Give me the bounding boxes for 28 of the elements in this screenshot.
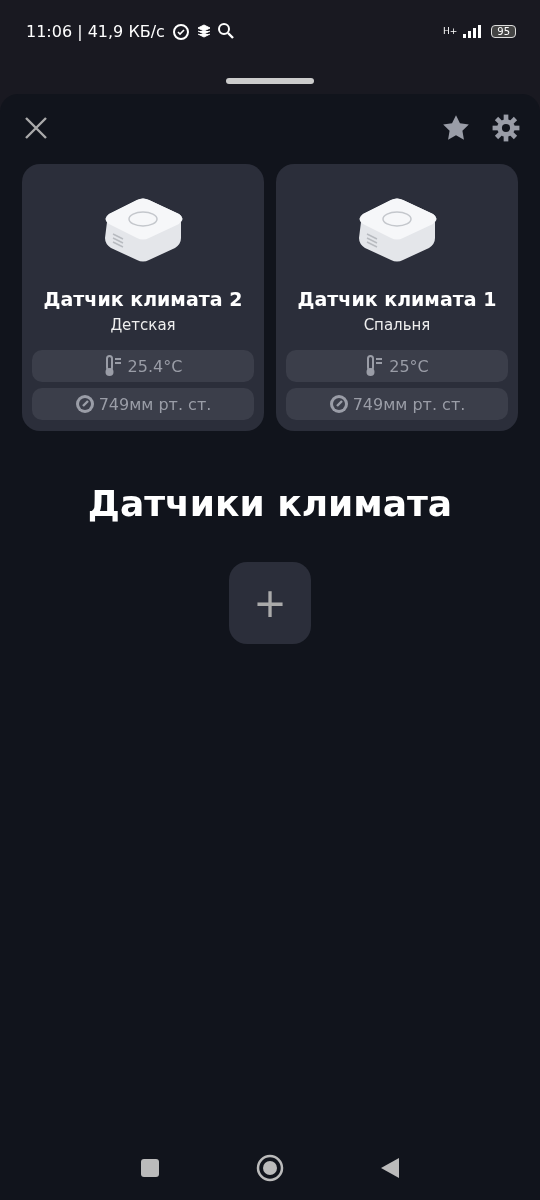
battery-level: 95 bbox=[491, 24, 516, 38]
temperature-value: 25°C bbox=[389, 356, 429, 376]
network-type: H+ bbox=[442, 26, 458, 36]
search-icon bbox=[216, 22, 235, 40]
layers-icon bbox=[196, 24, 211, 38]
home-icon[interactable] bbox=[256, 1154, 284, 1182]
add-button[interactable]: + bbox=[229, 562, 311, 644]
room-name: Спальня bbox=[363, 316, 431, 334]
sensor-card[interactable]: Датчик климата 2 Детская 25.4°C 749мм рт. ст. bbox=[22, 164, 264, 431]
star-icon[interactable] bbox=[442, 114, 470, 142]
pressure-value: 749мм рт. ст. bbox=[98, 394, 212, 414]
sensor-name: Датчик климата 1 bbox=[297, 288, 497, 310]
settings-icon[interactable] bbox=[492, 114, 520, 142]
close-icon[interactable] bbox=[24, 116, 48, 140]
section-title: Датчики климата bbox=[86, 483, 454, 524]
pressure-value: 749мм рт. ст. bbox=[352, 394, 466, 414]
back-icon[interactable] bbox=[380, 1157, 400, 1179]
gauge-icon bbox=[328, 394, 349, 414]
sheet-handle[interactable] bbox=[226, 78, 314, 84]
sensor-card[interactable]: Датчик климата 1 Спальня 25°C 749мм рт. ст. bbox=[276, 164, 518, 431]
alarm-icon bbox=[170, 21, 191, 41]
sensor-name: Датчик климата 2 bbox=[43, 288, 243, 310]
room-name: Детская bbox=[110, 316, 176, 334]
thermometer-icon bbox=[103, 355, 124, 377]
temperature-value: 25.4°C bbox=[127, 356, 183, 376]
recent-apps-icon[interactable] bbox=[140, 1158, 160, 1178]
status-time: 11:06 | 41,9 КБ/с bbox=[26, 21, 165, 41]
gauge-icon bbox=[74, 394, 95, 414]
